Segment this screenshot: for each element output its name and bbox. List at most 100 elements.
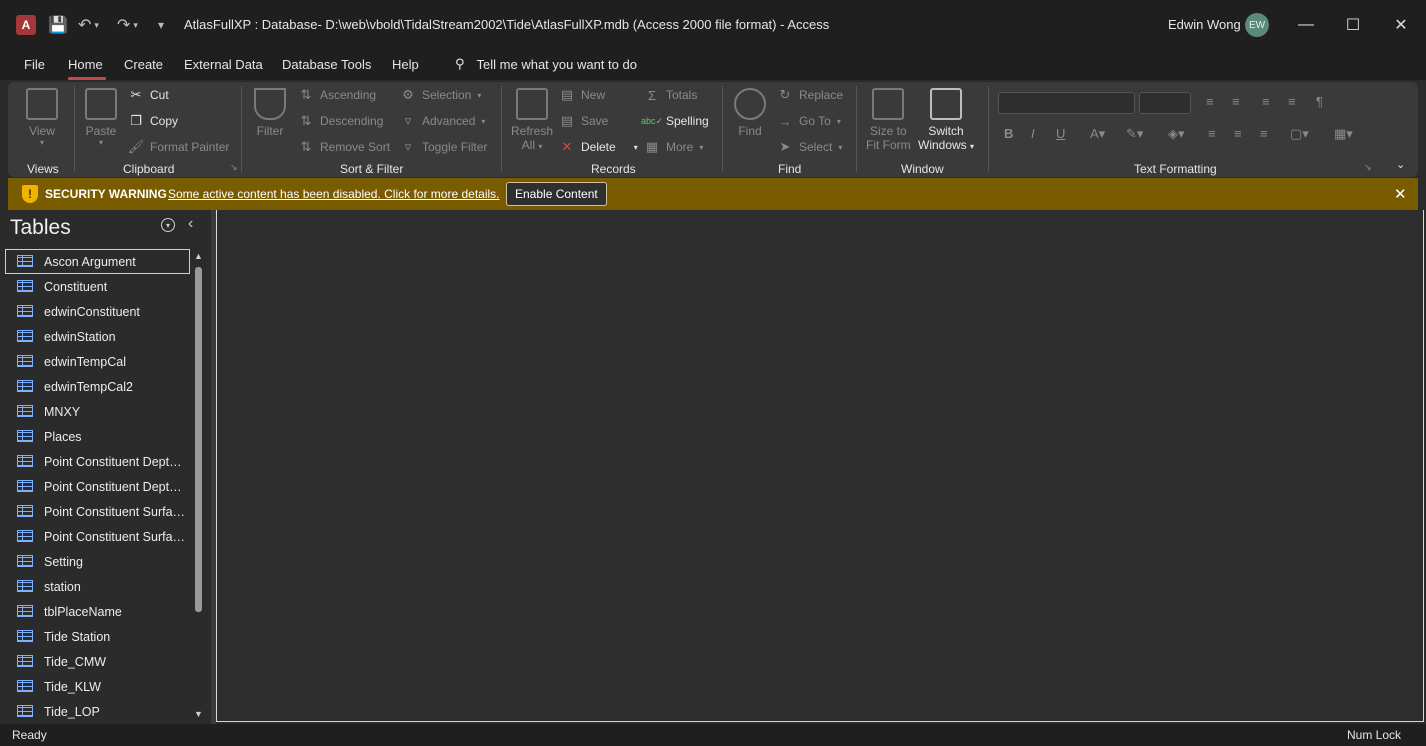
remove-sort-button[interactable]: ⇅ Remove Sort [298, 139, 390, 154]
align-center-icon[interactable]: ≡ [1234, 126, 1242, 141]
dialog-launcher-icon[interactable]: ↘ [230, 162, 238, 173]
delete-button[interactable]: ✕ Delete ▾ [559, 139, 638, 154]
tell-me-search[interactable]: ⚲ Tell me what you want to do [455, 56, 637, 72]
filter-button[interactable]: Filter [254, 88, 286, 138]
close-icon[interactable]: ✕ [1394, 185, 1407, 203]
paste-button[interactable]: Paste ▾ [85, 88, 117, 147]
cut-button[interactable]: ✂ Cut [128, 87, 169, 102]
replace-icon: ↻ [779, 87, 791, 102]
tab-file[interactable]: File [24, 57, 45, 72]
filter-icon [254, 88, 286, 120]
tab-database-tools[interactable]: Database Tools [282, 57, 371, 72]
avatar[interactable]: EW [1245, 13, 1269, 37]
ascending-button[interactable]: ⇅ Ascending [298, 87, 377, 102]
paragraph-direction-icon[interactable]: ¶ [1316, 94, 1323, 109]
alternate-row-color-icon[interactable]: ▦▾ [1334, 126, 1353, 142]
table-name: Point Constituent Surfac... [44, 505, 186, 519]
save-record-button[interactable]: ▤ Save [559, 113, 609, 128]
align-left-icon[interactable]: ≡ [1208, 126, 1216, 141]
replace-button[interactable]: ↻ Replace [777, 87, 843, 102]
toggle-filter-button[interactable]: ▿ Toggle Filter [400, 139, 488, 154]
descending-button[interactable]: ⇅ Descending [298, 113, 384, 128]
list-item[interactable]: Point Constituent Surfac... [5, 524, 190, 549]
nav-pane-title[interactable]: Tables [10, 216, 71, 240]
bold-button[interactable]: B [1004, 126, 1013, 141]
find-button[interactable]: Find [734, 88, 766, 138]
tab-home[interactable]: Home [68, 57, 103, 72]
customize-qat-icon[interactable]: ▾ [158, 14, 164, 36]
list-item[interactable]: MNXY [5, 399, 190, 424]
minimize-button[interactable]: — [1291, 10, 1321, 40]
font-color-icon[interactable]: A▾ [1090, 126, 1105, 142]
list-item[interactable]: Point Constituent Depth... [5, 449, 190, 474]
list-item[interactable]: Point Constituent Depth... [5, 474, 190, 499]
undo-icon[interactable]: ↶ ▾ [78, 14, 99, 36]
table-name: Tide Station [44, 630, 111, 644]
list-item[interactable]: Places [5, 424, 190, 449]
refresh-all-button[interactable]: Refresh All ▾ [511, 88, 553, 152]
font-name-combo[interactable] [998, 92, 1135, 114]
bullets-icon[interactable]: ≡ [1206, 94, 1214, 109]
list-item[interactable]: Tide_LOP [5, 699, 190, 724]
save-icon[interactable]: 💾 [48, 14, 68, 36]
gridlines-icon[interactable]: ▢▾ [1290, 126, 1309, 142]
spelling-button[interactable]: abc✓ Spelling [641, 114, 709, 128]
list-item[interactable]: Ascon Argument [5, 249, 190, 274]
list-item[interactable]: Constituent [5, 274, 190, 299]
italic-button[interactable]: I [1031, 126, 1035, 141]
tab-external-data[interactable]: External Data [184, 57, 263, 72]
list-item[interactable]: Tide Station [5, 624, 190, 649]
view-button[interactable]: View ▾ [26, 88, 58, 147]
nav-menu-icon[interactable]: ▾ [161, 218, 175, 232]
list-item[interactable]: edwinConstituent [5, 299, 190, 324]
tab-help[interactable]: Help [392, 57, 419, 72]
scroll-down-icon[interactable]: ▼ [194, 709, 203, 719]
ribbon: View ▾ Views Paste ▾ ✂ Cut ❐ Copy 🖌 Format … [8, 82, 1418, 177]
nav-scrollbar[interactable]: ▲ ▼ [193, 249, 204, 723]
user-name[interactable]: Edwin Wong [1168, 17, 1241, 32]
list-item[interactable]: tblPlaceName [5, 599, 190, 624]
chevron-left-icon[interactable]: ‹ [188, 215, 193, 233]
format-painter-button[interactable]: 🖌 Format Painter [128, 139, 230, 154]
table-name: Point Constituent Surfac... [44, 530, 186, 544]
maximize-button[interactable]: ☐ [1338, 10, 1368, 40]
tell-me-label: Tell me what you want to do [476, 56, 637, 72]
indent-icon[interactable]: ≡ [1262, 94, 1270, 109]
tab-create[interactable]: Create [124, 57, 163, 72]
more-button[interactable]: ▦ More ▾ [644, 139, 704, 154]
selection-button[interactable]: ⚙ Selection ▾ [400, 87, 481, 102]
security-details-link[interactable]: Some active content has been disabled. C… [168, 187, 500, 201]
table-name: MNXY [44, 405, 81, 419]
list-item[interactable]: edwinTempCal2 [5, 374, 190, 399]
list-item[interactable]: station [5, 574, 190, 599]
numbering-icon[interactable]: ≡ [1232, 94, 1240, 109]
list-item[interactable]: edwinTempCal [5, 349, 190, 374]
redo-icon[interactable]: ↷ ▾ [117, 14, 138, 36]
list-item[interactable]: Tide_KLW [5, 674, 190, 699]
goto-button[interactable]: → Go To ▾ [777, 114, 841, 129]
font-size-combo[interactable] [1139, 92, 1191, 114]
fill-color-icon[interactable]: ◈▾ [1168, 126, 1185, 142]
list-item[interactable]: Point Constituent Surfac... [5, 499, 190, 524]
align-right-icon[interactable]: ≡ [1260, 126, 1268, 141]
advanced-button[interactable]: ▿ Advanced ▾ [400, 113, 486, 128]
list-item[interactable]: Setting [5, 549, 190, 574]
highlight-icon[interactable]: ✎▾ [1126, 126, 1143, 142]
text-format-launcher-icon[interactable]: ↘ [1364, 162, 1372, 173]
select-button[interactable]: ➤ Select ▾ [777, 139, 843, 154]
new-record-button[interactable]: ▤ New [559, 87, 605, 102]
copy-button[interactable]: ❐ Copy [128, 113, 178, 128]
switch-windows-button[interactable]: Switch Windows ▾ [918, 88, 974, 152]
close-button[interactable]: ✕ [1386, 10, 1416, 40]
list-item[interactable]: edwinStation [5, 324, 190, 349]
underline-button[interactable]: U [1056, 126, 1065, 141]
totals-button[interactable]: Σ Totals [644, 88, 697, 103]
collapse-ribbon-icon[interactable]: ⌄ [1396, 158, 1405, 171]
access-app-icon[interactable]: A [16, 15, 36, 35]
size-to-fit-form-button[interactable]: Size to Fit Form [866, 88, 911, 152]
outdent-icon[interactable]: ≡ [1288, 94, 1296, 109]
scroll-thumb[interactable] [195, 267, 202, 612]
list-item[interactable]: Tide_CMW [5, 649, 190, 674]
scroll-up-icon[interactable]: ▲ [194, 251, 203, 261]
enable-content-button[interactable]: Enable Content [506, 182, 607, 206]
